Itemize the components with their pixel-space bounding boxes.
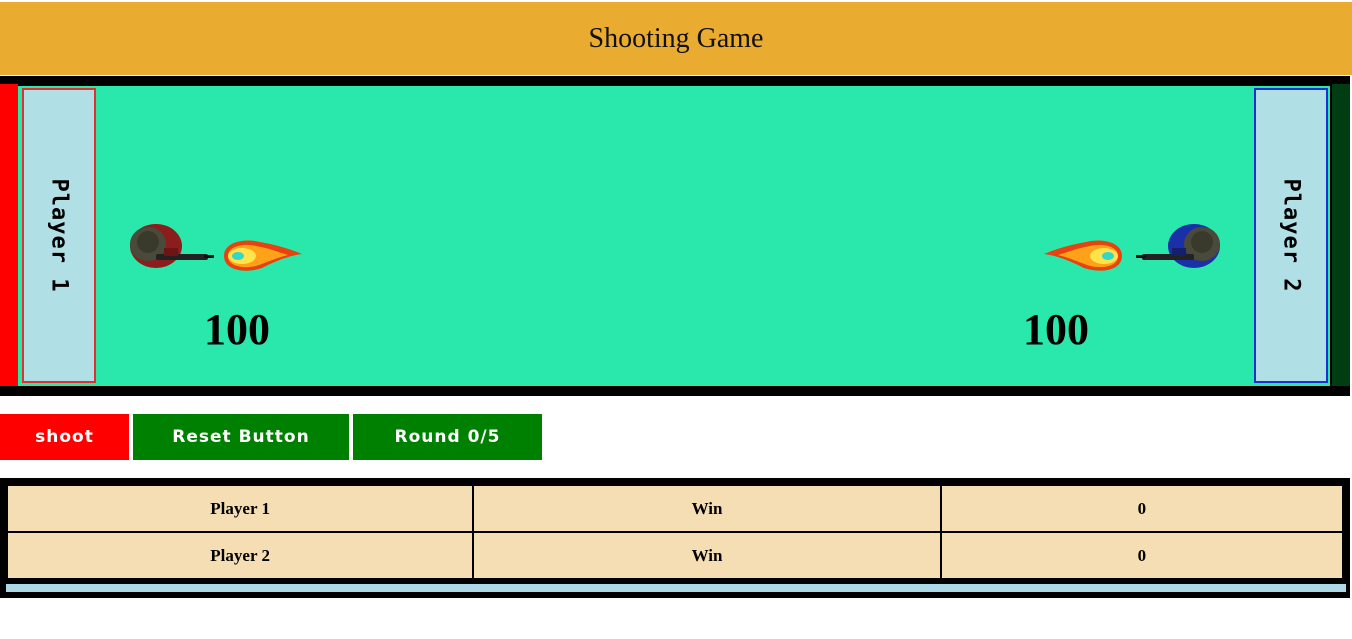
- player-name-cell: Player 2: [5, 531, 475, 580]
- shoot-button[interactable]: shoot: [0, 414, 129, 460]
- player2-fireball-icon: [1044, 240, 1122, 271]
- round-indicator-button[interactable]: Round 0/5: [353, 414, 542, 460]
- player1-health: 100: [204, 305, 270, 354]
- win-count-cell: 0: [939, 531, 1345, 580]
- player1-soldier-icon: [130, 224, 214, 268]
- status-cell: Win: [472, 484, 942, 533]
- player1-label: Player 1: [46, 178, 72, 293]
- reset-button[interactable]: Reset Button: [133, 414, 349, 460]
- status-cell: Win: [472, 531, 942, 580]
- player-name-cell: Player 1: [5, 484, 475, 533]
- player2-health: 100: [1023, 305, 1089, 354]
- game-header: Shooting Game: [0, 2, 1352, 75]
- player1-side-bar: [0, 84, 18, 386]
- player1-label-panel: Player 1: [22, 88, 96, 383]
- scoreboard-footer-bar: [6, 584, 1346, 592]
- player1-fireball-icon: [224, 240, 302, 271]
- player2-soldier-icon: [1136, 224, 1220, 268]
- game-title: Shooting Game: [588, 22, 764, 54]
- controls-bar: shoot Reset Button Round 0/5: [0, 414, 546, 460]
- scoreboard: Player 1 Win 0 Player 2 Win 0: [0, 478, 1350, 598]
- battlefield: Player 1 100 100 Player 2: [18, 86, 1330, 386]
- table-row: Player 2 Win 0: [5, 531, 1345, 580]
- player2-label: Player 2: [1278, 178, 1304, 293]
- table-row: Player 1 Win 0: [5, 484, 1345, 533]
- win-count-cell: 0: [939, 484, 1345, 533]
- scoreboard-table: Player 1 Win 0 Player 2 Win 0: [5, 484, 1345, 580]
- game-arena: Player 1 100 100 Player 2: [0, 76, 1350, 396]
- player2-side-bar: [1332, 84, 1350, 386]
- player2-label-panel: Player 2: [1254, 88, 1328, 383]
